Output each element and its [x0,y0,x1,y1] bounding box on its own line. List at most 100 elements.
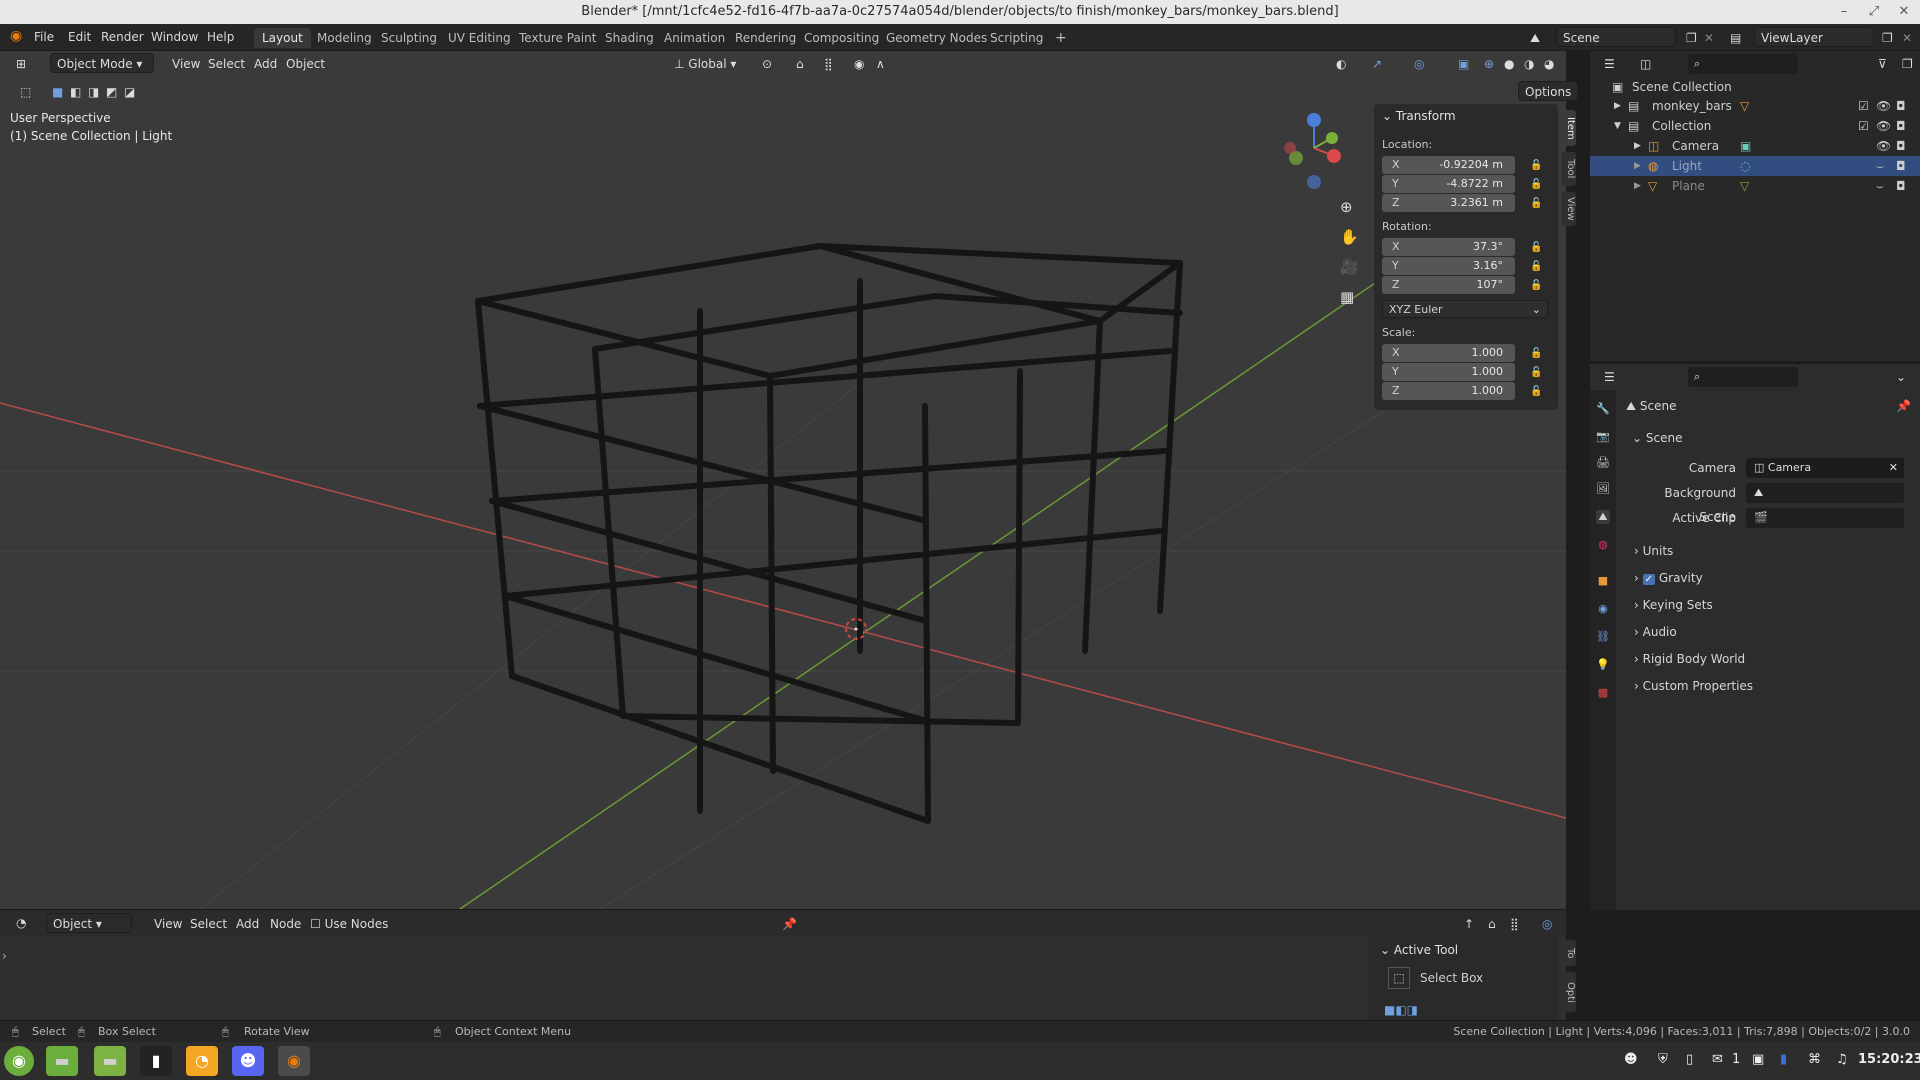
tab-tool[interactable]: Tool [1562,152,1576,186]
zoom-icon[interactable]: ⊕ [1334,197,1359,217]
scale-z-field[interactable]: Z 1.000 [1382,382,1515,400]
camera-render-icon[interactable]: ◘ [1896,176,1906,196]
node-editor-canvas[interactable]: › [0,937,1566,1020]
camera-render-icon[interactable]: ◘ [1896,156,1906,176]
scene-panel-header[interactable]: ⌄ Scene [1632,426,1920,450]
list-item[interactable]: ▼ ▤ Collection ☑ 👁 ◘ [1590,116,1920,136]
texture-tab-icon[interactable]: ▩ [1596,686,1610,700]
network-icon[interactable]: ⌘ [1808,1052,1821,1067]
workspace-number[interactable]: 1 [1732,1052,1740,1067]
lock-icon[interactable]: 🔓 [1530,386,1542,398]
use-nodes-checkbox[interactable]: ☐ Use Nodes [304,914,394,934]
snap-target-icon[interactable]: ⣿ [818,54,839,74]
menu-file[interactable]: File [34,30,54,44]
constraints-tab-icon[interactable]: ⛓ [1596,630,1610,644]
tab-uv-editing[interactable]: UV Editing [440,28,519,48]
camera-render-icon[interactable]: ◘ [1896,96,1906,116]
scene-selector[interactable]: Scene [1556,27,1676,47]
lock-icon[interactable]: 🔓 [1530,160,1542,172]
navigation-gizmo[interactable] [1274,108,1354,194]
menu-node[interactable]: Node [264,914,307,934]
eye-icon[interactable]: 👁 [1876,136,1891,156]
list-item[interactable]: ▣ Scene Collection [1590,77,1920,97]
gizmo-icon[interactable]: ↗ [1366,54,1388,74]
node-type-dropdown[interactable]: Object ▾ [46,913,132,933]
overlay-icon[interactable]: ◎ [1408,54,1430,74]
snap-icon[interactable]: ⌂ [1482,914,1502,934]
list-item[interactable]: ▶ ▤ monkey_bars ▽ ☑ 👁 ◘ [1590,96,1920,116]
lock-icon[interactable]: 🔓 [1530,367,1542,379]
discord-icon[interactable]: ☻ [232,1046,264,1076]
orientation-dropdown[interactable]: ⊥ Global ▾ [668,54,742,74]
menu-add[interactable]: Add [230,914,265,934]
eye-icon[interactable]: 👁 [1876,116,1891,136]
outliner-editor-icon[interactable]: ☰ [1598,54,1621,74]
tab-tool[interactable]: To [1562,940,1576,966]
keyboard-layout-flag-icon[interactable]: ▮ [1780,1052,1787,1067]
editor-type-icon[interactable]: ⊞ [10,54,32,74]
lock-icon[interactable]: 🔓 [1530,198,1542,210]
pin-icon[interactable]: 📌 [776,914,803,934]
collapse-icon[interactable]: ▼ [1614,116,1621,136]
select-mode-intersect-icon[interactable]: ◪ [118,82,141,102]
maximize-button[interactable]: ⤢ [1860,0,1888,24]
scene-remove-icon[interactable]: ✕ [1698,28,1720,48]
object-mode-dropdown[interactable]: Object Mode ▾ [50,53,154,73]
list-item[interactable]: ▶ ◍ Light ◌ ⌣ ◘ [1590,156,1920,176]
lock-icon[interactable]: 🔓 [1530,280,1542,292]
pivot-icon[interactable]: ⊙ [756,54,778,74]
tab-shading[interactable]: Shading [597,28,662,48]
snap-icon[interactable]: ⌂ [790,54,810,74]
rotation-mode-dropdown[interactable]: XYZ Euler ⌄ [1382,300,1548,318]
list-item[interactable]: ▶ ▽ Plane ▽ ⌣ ◘ [1590,176,1920,196]
tab-scripting[interactable]: Scripting [982,28,1051,48]
close-button[interactable]: ✕ [1890,0,1918,24]
gravity-checkbox[interactable]: ✓ [1642,574,1656,585]
view-layer-tab-icon[interactable]: 🖼 [1596,482,1610,496]
menu-window[interactable]: Window [151,30,198,44]
expand-icon[interactable]: ▶ [1634,136,1641,156]
location-y-field[interactable]: Y -4.8722 m [1382,175,1515,193]
menu-help[interactable]: Help [207,30,234,44]
eye-icon[interactable]: 👁 [1876,96,1891,116]
tab-geometry-nodes[interactable]: Geometry Nodes [878,28,995,48]
options-chevron-icon[interactable]: ⌄ [1890,367,1912,387]
toolbar-toggle-icon[interactable]: › [2,949,7,963]
scene-icon[interactable]: ⛰ [1524,28,1546,48]
files-manager-icon[interactable]: ▬ [94,1046,126,1076]
wireframe-shading-icon[interactable]: ⊕ [1478,54,1500,74]
firefox-icon[interactable]: ◔ [186,1046,218,1076]
snap-grid-icon[interactable]: ⣿ [1504,914,1525,934]
notification-icon[interactable]: ✉ [1712,1052,1723,1067]
tab-animation[interactable]: Animation [656,28,733,48]
camera-field[interactable]: ◫ Camera ✕ [1746,458,1904,478]
rotation-y-field[interactable]: Y 3.16° [1382,257,1515,275]
outliner-search-input[interactable]: ⌕ [1688,54,1798,74]
editor-type-icon[interactable]: ◔ [10,913,32,933]
terminal-icon[interactable]: ▮ [140,1046,172,1076]
scale-y-field[interactable]: Y 1.000 [1382,363,1515,381]
menu-add[interactable]: Add [248,54,283,74]
checkbox-icon[interactable]: ☑ [1858,116,1869,136]
list-item[interactable]: ▶ ◫ Camera ▣ 👁 ◘ [1590,136,1920,156]
viewlayer-selector[interactable]: ViewLayer [1754,27,1874,47]
tab-layout[interactable]: Layout [254,28,311,48]
visibility-icon[interactable]: ◐ [1330,54,1352,74]
lock-icon[interactable]: 🔓 [1530,348,1542,360]
volume-icon[interactable]: ♫ [1836,1052,1848,1067]
select-box-icon[interactable]: ⬚ [1388,967,1410,989]
expand-icon[interactable]: ▶ [1614,96,1621,116]
gravity-panel-header[interactable]: › ✓ Gravity [1634,566,1920,590]
eye-closed-icon[interactable]: ⌣ [1876,176,1884,196]
active-clip-field[interactable]: 🎬 [1746,508,1904,528]
tool-tab-icon[interactable]: 🔧 [1596,402,1610,416]
tab-view[interactable]: View [1562,192,1576,226]
eye-closed-icon[interactable]: ⌣ [1876,156,1884,176]
menu-select[interactable]: Select [184,914,233,934]
menu-select[interactable]: Select [202,54,251,74]
render-tab-icon[interactable]: 📷 [1596,430,1610,444]
camera-render-icon[interactable]: ◘ [1896,116,1906,136]
properties-search-input[interactable]: ⌕ [1688,367,1798,387]
viewlayer-remove-icon[interactable]: ✕ [1896,28,1918,48]
custom-properties-panel-header[interactable]: › Custom Properties [1634,674,1920,698]
